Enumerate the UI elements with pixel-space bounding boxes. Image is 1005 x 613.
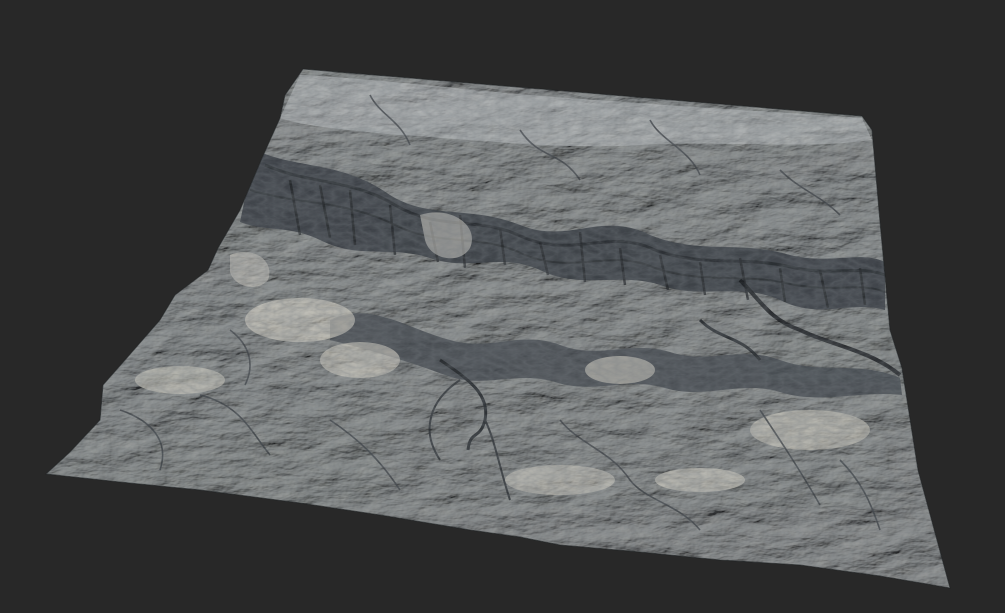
- terrain-surface: [46, 69, 950, 588]
- render-viewport: [0, 0, 1005, 613]
- terrain-mesh: [44, 68, 951, 589]
